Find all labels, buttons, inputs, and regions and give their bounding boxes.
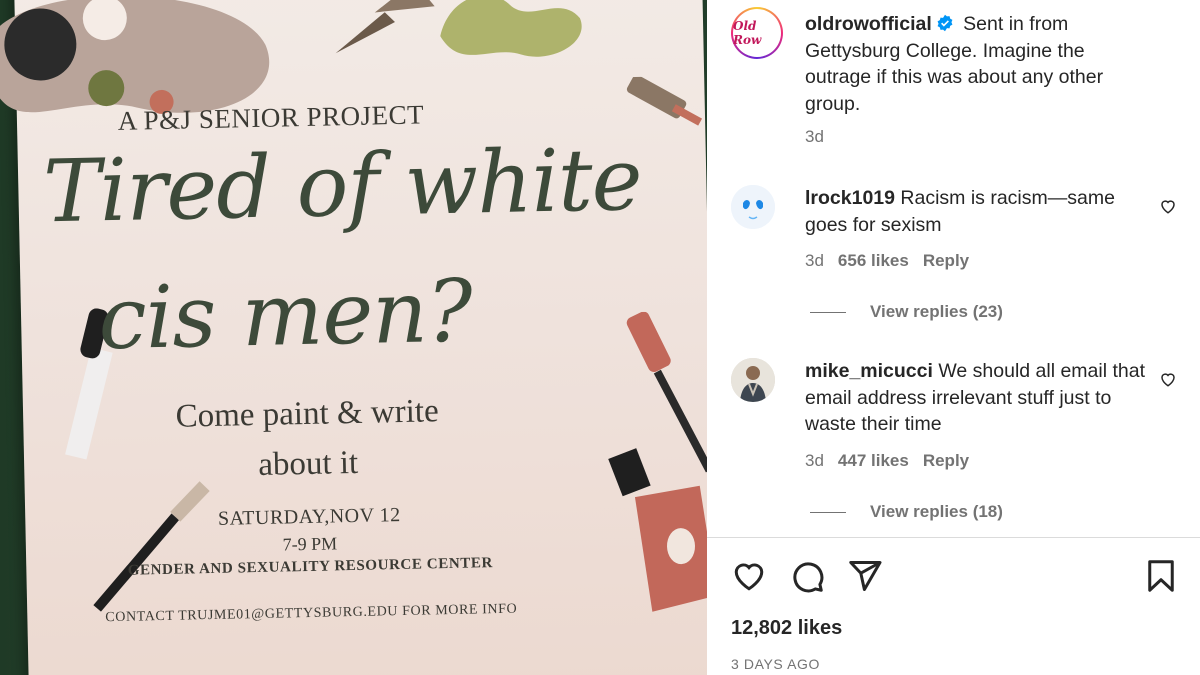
comment-age: 3d (805, 451, 824, 470)
post-image[interactable]: A P&J SENIOR PROJECT Tired of white cis … (0, 0, 707, 675)
comment-like-heart-icon[interactable] (1159, 197, 1177, 215)
comment-username[interactable]: lrock1019 (805, 187, 895, 209)
avatar-face-icon (731, 185, 775, 229)
caption-text-block: oldrowofficial Sent in from Gettysburg C… (805, 11, 1145, 117)
reply-button[interactable]: Reply (923, 251, 969, 270)
post-actions-bar (731, 558, 1174, 594)
comment-text-block: mike_micucci We should all email that em… (805, 358, 1145, 438)
comment-likes[interactable]: 447 likes (838, 451, 909, 470)
poster-title-line2: cis men? (97, 261, 473, 370)
share-icon[interactable] (847, 558, 883, 594)
post-timestamp: 3 DAYS AGO (731, 656, 820, 672)
bookmark-icon[interactable] (1143, 558, 1179, 594)
comment-icon[interactable] (789, 558, 825, 594)
avatar-person-icon (731, 358, 775, 402)
view-replies-button[interactable]: View replies (18) (810, 502, 1003, 522)
comment-meta: 3d 447 likes Reply (805, 451, 969, 471)
comment-username[interactable]: mike_micucci (805, 360, 933, 382)
comment-age: 3d (805, 251, 824, 270)
verified-badge-icon (937, 14, 953, 32)
view-replies-label: View replies (23) (870, 302, 1003, 321)
green-paint-illustration (440, 0, 582, 57)
comment-text-block: lrock1019 Racism is racism—same goes for… (805, 185, 1145, 238)
view-replies-button[interactable]: View replies (23) (810, 302, 1003, 322)
comment-avatar-mike_micucci[interactable] (731, 358, 775, 402)
poster-title-line1: Tired of white (42, 129, 643, 243)
view-replies-label: View replies (18) (870, 502, 1003, 521)
heart-icon[interactable] (731, 558, 767, 594)
event-poster: A P&J SENIOR PROJECT Tired of white cis … (0, 0, 707, 675)
replies-divider-line (810, 511, 846, 513)
comment-avatar-lrock1019[interactable] (731, 185, 775, 229)
actions-divider (707, 537, 1200, 538)
caption-age: 3d (805, 127, 824, 146)
replies-divider-line (810, 311, 846, 313)
old-row-logo: Old Row (733, 9, 781, 57)
caption-avatar[interactable]: Old Row (731, 7, 783, 59)
reply-button[interactable]: Reply (923, 451, 969, 470)
comment-likes[interactable]: 656 likes (838, 251, 909, 270)
comments-panel: Old Row oldrowofficial Sent in from Gett… (707, 0, 1200, 675)
caption-username[interactable]: oldrowofficial (805, 13, 932, 35)
comment-meta: 3d 656 likes Reply (805, 251, 969, 271)
post-likes-count[interactable]: 12,802 likes (731, 617, 842, 640)
comment-like-heart-icon[interactable] (1159, 370, 1177, 388)
